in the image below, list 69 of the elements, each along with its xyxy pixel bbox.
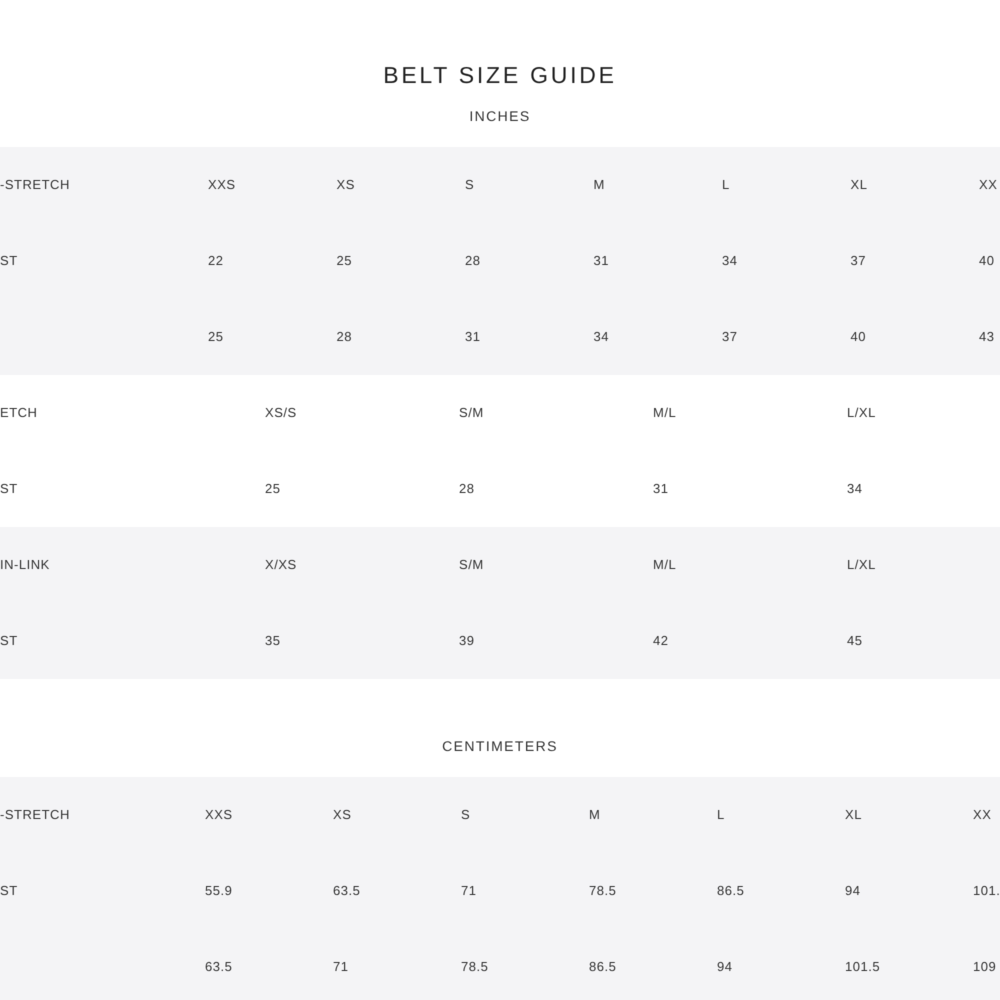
table-cell: 34 xyxy=(594,329,609,344)
table-cell: 28 xyxy=(465,253,480,268)
row-label: ST xyxy=(0,481,18,496)
table-cell: 31 xyxy=(653,481,668,496)
row-label: -STRETCH xyxy=(0,177,70,192)
table-cell: XXS xyxy=(208,177,236,192)
table-cell: 63.5 xyxy=(205,959,232,974)
table-cell: 101. xyxy=(973,883,1000,898)
table-cell: L/XL xyxy=(847,405,876,420)
table-cell: 25 xyxy=(336,253,352,268)
table-cell: 25 xyxy=(208,329,224,344)
table-cell: 35 xyxy=(265,633,280,648)
table-cell: 86.5 xyxy=(717,883,744,898)
table-cell: L/XL xyxy=(847,557,876,572)
table-cell: XXS xyxy=(205,807,233,822)
table-cell: S xyxy=(465,177,474,192)
table-cell: 101.5 xyxy=(845,959,880,974)
table-cell: 40 xyxy=(850,329,866,344)
table-cell: M/L xyxy=(653,405,676,420)
table-cell: M xyxy=(594,177,605,192)
row-label: ETCH xyxy=(0,405,38,420)
table-cell: 94 xyxy=(717,959,732,974)
table-cell: XS xyxy=(336,177,355,192)
table-cell: 55.9 xyxy=(205,883,232,898)
table-cell: 28 xyxy=(459,481,474,496)
table-cell: L xyxy=(722,177,730,192)
table-cell: XL xyxy=(845,807,862,822)
table-cell: 22 xyxy=(208,253,224,268)
table-cell: 37 xyxy=(850,253,866,268)
table-cell: 71 xyxy=(333,959,348,974)
table-cell: L xyxy=(717,807,725,822)
table-cell: 40 xyxy=(979,253,994,268)
table-cell: 28 xyxy=(336,329,352,344)
table-cell: 109 xyxy=(973,959,996,974)
table-cell: 25 xyxy=(265,481,280,496)
table-cell: 45 xyxy=(847,633,862,648)
table-cell: S/M xyxy=(459,405,484,420)
section-heading: INCHES xyxy=(469,109,531,123)
table-cell: M/L xyxy=(653,557,676,572)
table-cell: 78.5 xyxy=(589,883,616,898)
table-cell: S xyxy=(461,807,470,822)
row-label: ST xyxy=(0,633,18,648)
table-cell: XL xyxy=(850,177,868,192)
row-label: ST xyxy=(0,253,18,268)
table-cell: 37 xyxy=(722,329,738,344)
table-cell: S/M xyxy=(459,557,484,572)
table-cell: 94 xyxy=(845,883,860,898)
table-cell: XS/S xyxy=(265,405,297,420)
table-cell: 42 xyxy=(653,633,668,648)
table-cell: 43 xyxy=(979,329,994,344)
table-cell: XX xyxy=(979,177,998,192)
table-cell: 39 xyxy=(459,633,474,648)
table-cell: 63.5 xyxy=(333,883,360,898)
table-cell: M xyxy=(589,807,600,822)
table-cell: 31 xyxy=(594,253,609,268)
table-cell: 71 xyxy=(461,883,476,898)
row-label: -STRETCH xyxy=(0,807,70,822)
table-cell: 31 xyxy=(465,329,480,344)
section-heading: CENTIMETERS xyxy=(442,739,558,753)
table-cell: 34 xyxy=(847,481,862,496)
page-title: BELT SIZE GUIDE xyxy=(383,64,617,87)
table-cell: 78.5 xyxy=(461,959,488,974)
table-cell: 86.5 xyxy=(589,959,616,974)
table-cell: 34 xyxy=(722,253,738,268)
row-label: ST xyxy=(0,883,18,898)
table-cell: X/XS xyxy=(265,557,297,572)
table-cell: XX xyxy=(973,807,992,822)
row-label: IN-LINK xyxy=(0,557,50,572)
table-cell: XS xyxy=(333,807,352,822)
